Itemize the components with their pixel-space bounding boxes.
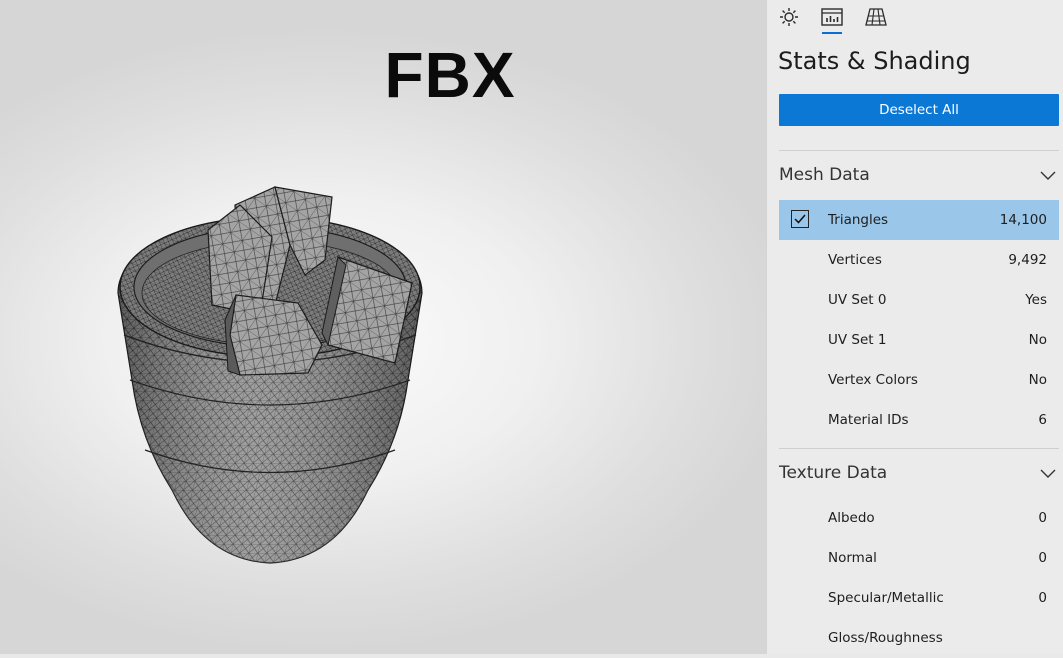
- mesh-data-section-header[interactable]: Mesh Data: [779, 155, 1061, 195]
- stats-chart-icon: [821, 8, 843, 26]
- stat-row-normal[interactable]: Normal 0: [779, 538, 1059, 578]
- stat-row-gloss-roughness[interactable]: Gloss/Roughness: [779, 618, 1059, 658]
- chevron-down-icon: [1040, 469, 1056, 478]
- row-value: No: [1028, 372, 1047, 388]
- section-label: Texture Data: [779, 463, 888, 483]
- panel-title: Stats & Shading: [778, 47, 971, 75]
- stat-row-vertices[interactable]: Vertices 9,492: [779, 240, 1059, 280]
- section-label: Mesh Data: [779, 165, 870, 185]
- row-label: Triangles: [828, 212, 889, 228]
- row-label: Albedo: [828, 510, 875, 526]
- checkmark-icon: [794, 214, 806, 224]
- texture-data-section-header[interactable]: Texture Data: [779, 453, 1061, 493]
- tab-lighting[interactable]: [771, 0, 807, 34]
- row-value: 9,492: [1008, 252, 1047, 268]
- wireframe-bucket-model[interactable]: [100, 175, 440, 575]
- row-label: UV Set 0: [828, 292, 887, 308]
- row-label: Normal: [828, 550, 877, 566]
- stat-row-specular-metallic[interactable]: Specular/Metallic 0: [779, 578, 1059, 618]
- row-value: No: [1028, 332, 1047, 348]
- divider: [779, 448, 1059, 449]
- row-value: 0: [1038, 510, 1047, 526]
- stat-row-uv-set-1[interactable]: UV Set 1 No: [779, 320, 1059, 360]
- tab-grid[interactable]: [858, 0, 894, 34]
- row-label: Vertex Colors: [828, 372, 918, 388]
- row-value: 0: [1038, 550, 1047, 566]
- row-value: 14,100: [999, 212, 1047, 228]
- panel-tab-bar: [767, 0, 1063, 36]
- row-value: 6: [1038, 412, 1047, 428]
- stat-row-albedo[interactable]: Albedo 0: [779, 498, 1059, 538]
- row-label: Gloss/Roughness: [828, 630, 943, 646]
- row-label: UV Set 1: [828, 332, 887, 348]
- stat-row-uv-set-0[interactable]: UV Set 0 Yes: [779, 280, 1059, 320]
- 3d-viewport[interactable]: FBX: [0, 0, 766, 654]
- stat-row-vertex-colors[interactable]: Vertex Colors No: [779, 360, 1059, 400]
- row-value: Yes: [1025, 292, 1047, 308]
- row-value: 0: [1038, 590, 1047, 606]
- stat-row-triangles[interactable]: Triangles 14,100: [779, 200, 1059, 240]
- sun-icon: [780, 8, 798, 26]
- row-label: Vertices: [828, 252, 882, 268]
- row-label: Specular/Metallic: [828, 590, 944, 606]
- chevron-down-icon: [1040, 171, 1056, 180]
- deselect-all-button[interactable]: Deselect All: [779, 94, 1059, 126]
- stats-shading-panel: Stats & Shading Deselect All Mesh Data T…: [766, 0, 1063, 654]
- format-overlay-title: FBX: [384, 39, 516, 111]
- divider: [779, 150, 1059, 151]
- row-label: Material IDs: [828, 412, 909, 428]
- row-checkbox[interactable]: [791, 210, 809, 228]
- stat-row-material-ids[interactable]: Material IDs 6: [779, 400, 1059, 440]
- tab-stats[interactable]: [814, 0, 850, 34]
- grid-floor-icon: [865, 8, 887, 26]
